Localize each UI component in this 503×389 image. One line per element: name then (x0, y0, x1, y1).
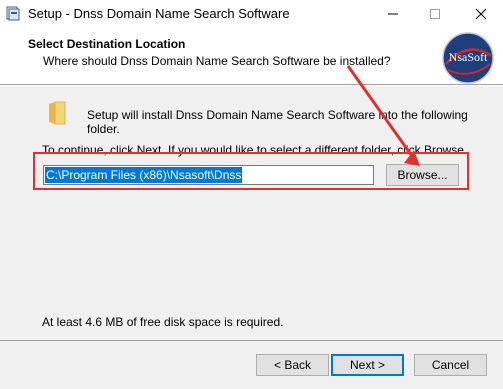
title-bar: Setup - Dnss Domain Name Search Software (0, 0, 503, 28)
close-button[interactable] (459, 0, 503, 28)
window-title: Setup - Dnss Domain Name Search Software (28, 6, 290, 21)
install-folder-text: Setup will install Dnss Domain Name Sear… (87, 108, 468, 136)
wizard-header: Select Destination Location Where should… (0, 28, 503, 84)
maximize-icon (430, 9, 440, 19)
setup-app-icon (6, 6, 20, 21)
maximize-button[interactable] (413, 0, 457, 28)
destination-path-value: C:\Program Files (x86)\Nsasoft\Dnss (45, 167, 243, 183)
page-subtitle: Where should Dnss Domain Name Search Sof… (43, 54, 391, 68)
minimize-icon (388, 13, 398, 15)
main-panel: Setup will install Dnss Domain Name Sear… (0, 86, 503, 340)
folder-icon (49, 101, 66, 125)
disk-space-requirement: At least 4.6 MB of free disk space is re… (42, 315, 284, 329)
browse-button[interactable]: Browse... (386, 164, 459, 186)
wizard-footer: < Back Next > Cancel (0, 341, 503, 389)
next-button[interactable]: Next > (331, 354, 404, 376)
logo-text: NsaSoft (449, 50, 488, 64)
page-title: Select Destination Location (28, 37, 186, 51)
back-button[interactable]: < Back (256, 354, 329, 376)
minimize-button[interactable] (371, 0, 415, 28)
cancel-button[interactable]: Cancel (414, 354, 487, 376)
close-icon (475, 8, 487, 20)
nsasoft-logo: NsaSoft (442, 32, 494, 84)
destination-path-input[interactable]: C:\Program Files (x86)\Nsasoft\Dnss (43, 165, 374, 185)
